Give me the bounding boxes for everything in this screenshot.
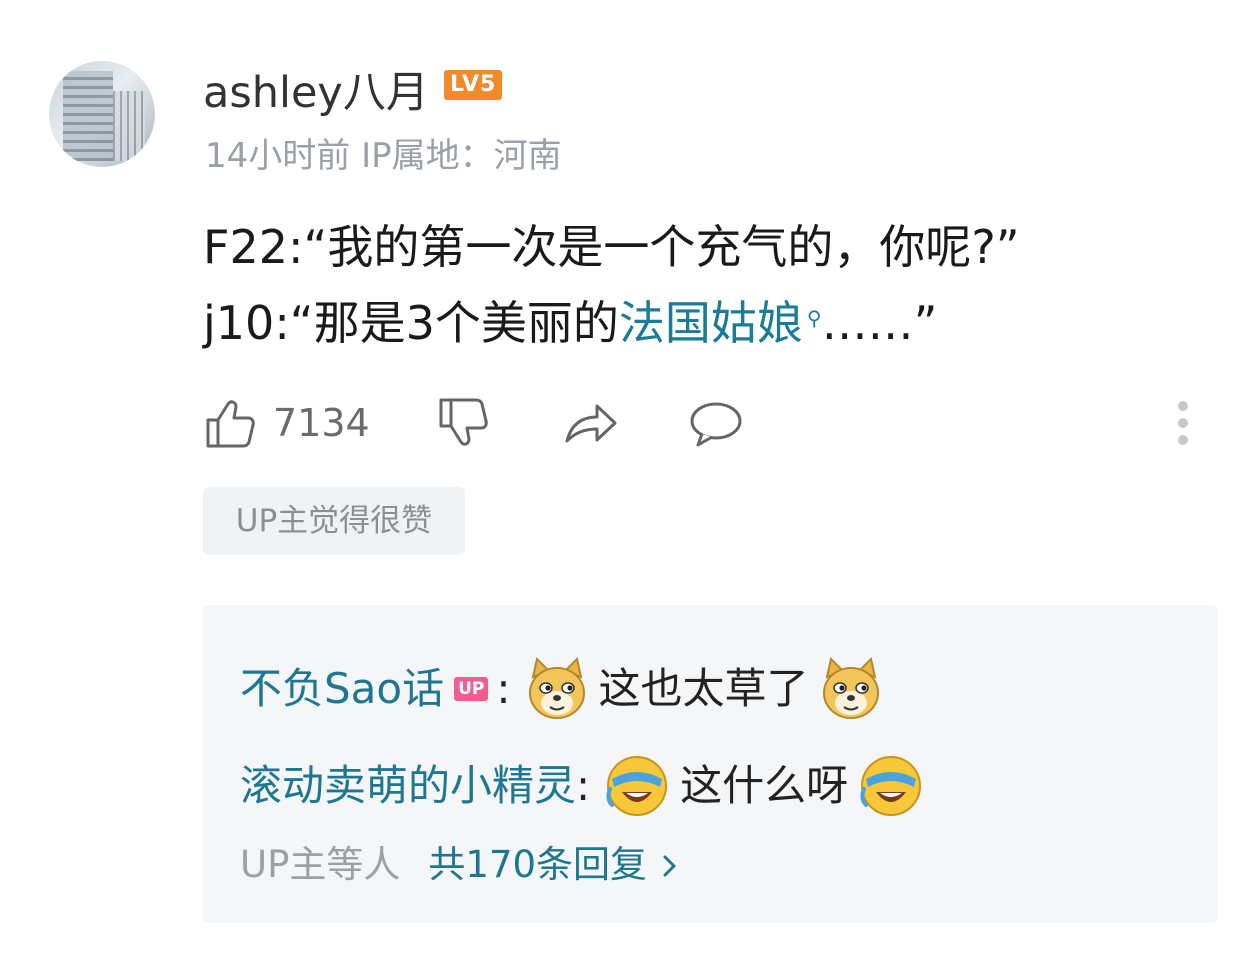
search-keyword-link[interactable]: 法国姑娘: [619, 296, 803, 350]
more-replies: UP主等人 共170条回复: [240, 837, 681, 893]
doge-emoji-icon: [822, 657, 879, 719]
dislike-button[interactable]: [436, 395, 492, 451]
comment-line-2: j10:“那是3个美丽的法国姑娘 ⚲……”: [203, 283, 1020, 359]
comment-line-1: F22:“我的第一次是一个充气的，你呢?”: [203, 220, 1020, 274]
reply-author[interactable]: 不负Sao话: [240, 659, 444, 719]
reply-author[interactable]: 滚动卖萌的小精灵: [240, 756, 576, 816]
laughing-crying-emoji-icon: [606, 756, 668, 816]
up-badge: UP: [454, 677, 489, 701]
avatar[interactable]: [49, 61, 155, 167]
avatar-building-image-2: [113, 91, 145, 161]
reply-colon: :: [576, 761, 591, 810]
reply-text: 这什么呀: [680, 761, 849, 810]
reply-item[interactable]: 滚动卖萌的小精灵 : 这什么呀: [240, 753, 924, 819]
reply-colon: :: [496, 664, 511, 713]
comment-meta: 14小时前 IP属地：河南: [205, 136, 562, 176]
reply-text: 这也太草了: [598, 664, 809, 713]
username[interactable]: ashley八月: [203, 58, 429, 120]
more-options-button[interactable]: [1173, 399, 1193, 449]
doge-emoji-icon: [528, 657, 585, 719]
comment-line-2-suffix: ……”: [821, 296, 938, 350]
laughing-crying-emoji-icon: [860, 756, 922, 816]
level-badge: LV5: [444, 70, 503, 100]
more-replies-who: UP主等人: [240, 843, 401, 886]
like-count: 7134: [273, 401, 370, 445]
like-button[interactable]: 7134: [203, 395, 370, 451]
thumbs-down-icon: [439, 398, 488, 446]
search-icon: ⚲: [806, 306, 822, 330]
replies-panel[interactable]: 不负Sao话 UP : 这也太草了 滚动卖萌的小精灵: 这什么呀 UP主等人 …: [203, 605, 1218, 923]
share-icon: [565, 404, 617, 443]
more-vertical-icon: [1178, 401, 1188, 445]
comment-bubble-icon: [690, 402, 742, 447]
chevron-right-icon[interactable]: [659, 853, 681, 879]
reply-item[interactable]: 不负Sao话 UP : 这也太草了: [240, 657, 883, 721]
thumbs-up-icon: [206, 400, 255, 448]
reply-button[interactable]: [688, 395, 744, 451]
avatar-building-image: [63, 71, 113, 161]
comment-line-2-prefix: j10:“那是3个美丽的: [203, 296, 619, 350]
share-button[interactable]: [563, 395, 619, 451]
view-all-replies-link[interactable]: 共170条回复: [428, 843, 647, 886]
comment-body: F22:“我的第一次是一个充气的，你呢?” j10:“那是3个美丽的法国姑娘 ⚲……: [203, 212, 1020, 359]
comment-actions: 7134: [203, 395, 1223, 455]
up-liked-tag: UP主觉得很赞: [203, 487, 465, 555]
